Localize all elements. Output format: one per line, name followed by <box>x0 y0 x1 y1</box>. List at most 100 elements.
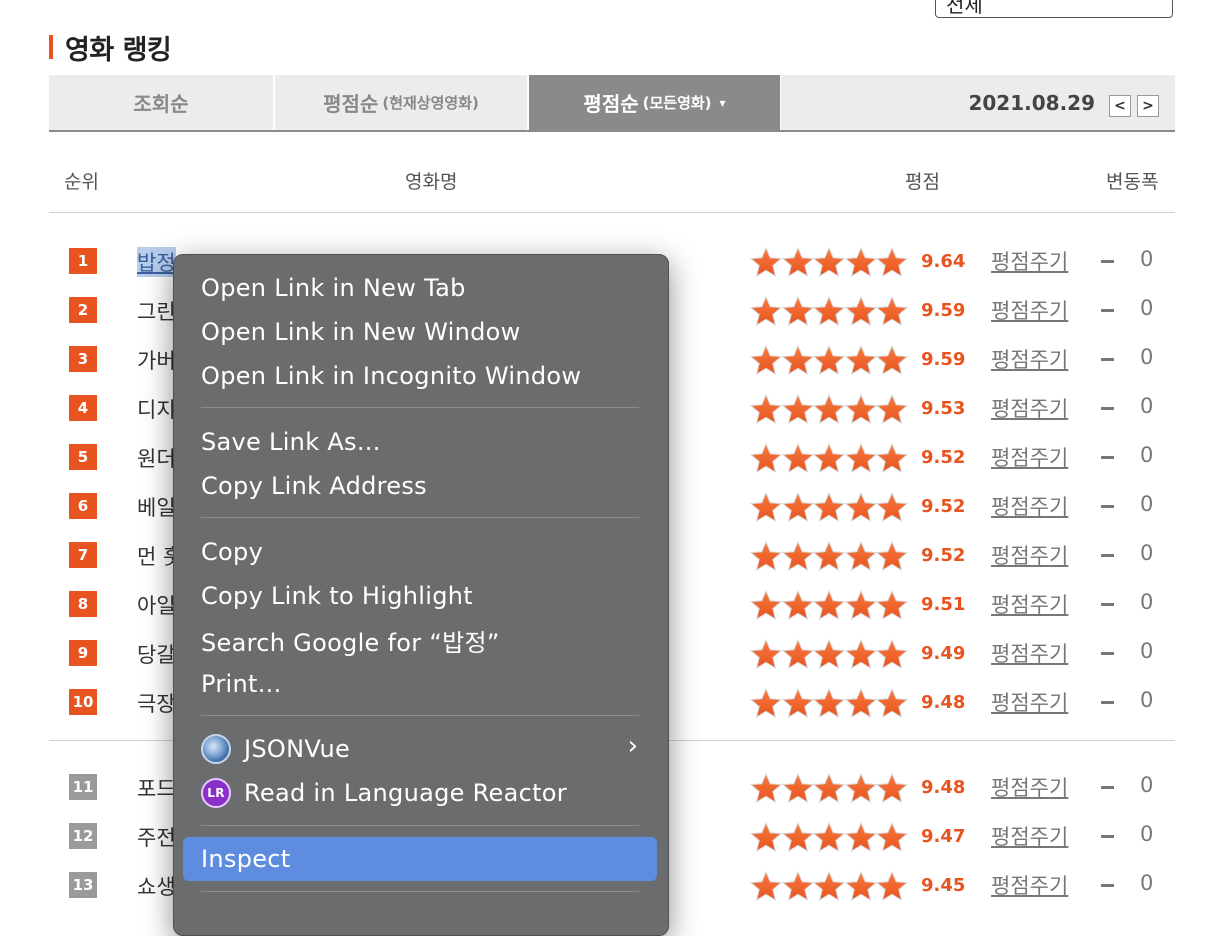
rate-movie-link[interactable]: 평점주기 <box>991 821 1068 851</box>
menu-copy[interactable]: Copy <box>201 533 263 571</box>
star-icon <box>781 773 814 803</box>
menu-separator <box>201 825 639 826</box>
rate-movie-link[interactable]: 평점주기 <box>991 344 1068 374</box>
menu-separator <box>201 517 639 518</box>
rank-change-value: 0 <box>1140 590 1154 614</box>
rate-movie-link[interactable]: 평점주기 <box>991 491 1068 521</box>
star-rating <box>750 247 908 277</box>
rate-movie-link[interactable]: 평점주기 <box>991 540 1068 570</box>
menu-separator <box>201 891 639 892</box>
menu-jsonvue[interactable]: JSONVue <box>201 730 350 768</box>
star-icon <box>813 492 845 522</box>
star-icon <box>813 541 845 571</box>
star-icon <box>813 822 845 852</box>
column-rating: 평점 <box>905 171 940 193</box>
jsonvue-icon <box>201 734 231 764</box>
rate-movie-link[interactable]: 평점주기 <box>991 295 1068 325</box>
star-icon <box>781 590 814 620</box>
tab-views[interactable]: 조회순 <box>49 75 273 130</box>
rank-badge: 11 <box>69 774 97 800</box>
star-icon <box>876 871 908 901</box>
star-icon <box>750 590 782 620</box>
ranking-tabs: 조회순 평점순 (현재상영영화) 평점순 (모든영화) ▾ 2021.08.29… <box>49 75 1175 132</box>
star-icon <box>813 443 845 473</box>
movie-title-link[interactable]: 아일 <box>137 590 176 620</box>
star-icon <box>876 639 908 669</box>
prev-date-button[interactable]: < <box>1109 95 1131 117</box>
column-rank: 순위 <box>64 171 99 193</box>
menu-print[interactable]: Print... <box>201 665 282 703</box>
rate-movie-link[interactable]: 평점주기 <box>991 589 1068 619</box>
menu-separator <box>201 407 639 408</box>
context-menu: Open Link in New Tab Open Link in New Wi… <box>173 254 669 936</box>
menu-search-google[interactable]: Search Google for “밥정” <box>201 621 500 659</box>
rate-movie-link[interactable]: 평점주기 <box>991 393 1068 423</box>
menu-open-new-tab[interactable]: Open Link in New Tab <box>201 269 466 307</box>
rating-score: 9.45 <box>921 875 966 896</box>
rank-change-value: 0 <box>1140 443 1154 467</box>
star-icon <box>750 296 782 326</box>
rate-movie-link[interactable]: 평점주기 <box>991 638 1068 668</box>
star-icon <box>750 345 782 375</box>
movie-title-link[interactable]: 가버 <box>137 345 176 375</box>
movie-title-link[interactable]: 당갈 <box>137 639 176 669</box>
movie-title-link[interactable]: 주전 <box>137 822 176 852</box>
star-icon <box>750 541 782 571</box>
movie-title-link[interactable]: 디지 <box>137 394 176 424</box>
menu-save-link-as[interactable]: Save Link As... <box>201 423 381 461</box>
movie-title-link[interactable]: 그린 <box>137 296 176 326</box>
menu-copy-link-address[interactable]: Copy Link Address <box>201 467 427 505</box>
rank-badge: 9 <box>69 640 97 666</box>
star-rating <box>750 871 908 901</box>
menu-open-incognito[interactable]: Open Link in Incognito Window <box>201 357 581 395</box>
no-change-dash <box>1101 407 1114 410</box>
star-icon <box>876 773 908 803</box>
column-change: 변동폭 <box>1106 171 1159 193</box>
movie-title-link[interactable]: 쇼생 <box>137 871 176 901</box>
no-change-dash <box>1101 701 1114 704</box>
category-select-value: 전체 <box>946 0 983 17</box>
star-icon <box>750 443 782 473</box>
movie-title-link[interactable]: 극장 <box>137 688 176 718</box>
star-icon <box>781 541 814 571</box>
section-heading: 영화 랭킹 <box>49 30 172 66</box>
star-icon <box>876 541 908 571</box>
rate-movie-link[interactable]: 평점주기 <box>991 246 1068 276</box>
menu-language-reactor[interactable]: LR Read in Language Reactor <box>201 774 567 812</box>
star-icon <box>844 688 877 718</box>
star-rating <box>750 345 908 375</box>
no-change-dash <box>1101 260 1114 263</box>
rank-change-value: 0 <box>1140 639 1154 663</box>
tab-rating-all-movies[interactable]: 평점순 (모든영화) ▾ <box>529 75 780 130</box>
movie-title-link[interactable]: 원더 <box>137 443 176 473</box>
rank-badge: 2 <box>69 297 97 323</box>
menu-copy-link-to-highlight[interactable]: Copy Link to Highlight <box>201 577 473 615</box>
rank-change-value: 0 <box>1140 871 1154 895</box>
rate-movie-link[interactable]: 평점주기 <box>991 870 1068 900</box>
star-rating <box>750 443 908 473</box>
menu-inspect[interactable]: Inspect <box>201 840 291 878</box>
star-icon <box>844 541 877 571</box>
no-change-dash <box>1101 884 1114 887</box>
movie-title-link[interactable]: 밥정 <box>137 247 176 277</box>
category-select[interactable]: 전체 ⌄ <box>935 0 1173 18</box>
menu-open-new-window[interactable]: Open Link in New Window <box>201 313 521 351</box>
tab-label: 평점순 <box>583 92 639 116</box>
rate-movie-link[interactable]: 평점주기 <box>991 687 1068 717</box>
rate-movie-link[interactable]: 평점주기 <box>991 772 1068 802</box>
tab-rating-now-showing[interactable]: 평점순 (현재상영영화) <box>275 75 527 130</box>
star-icon <box>844 822 877 852</box>
next-date-button[interactable]: > <box>1137 95 1159 117</box>
star-icon <box>876 590 908 620</box>
star-icon <box>876 345 908 375</box>
menu-language-reactor-label: Read in Language Reactor <box>244 779 567 807</box>
movie-title-link[interactable]: 포드 <box>137 773 176 803</box>
rank-badge: 10 <box>69 689 97 715</box>
star-icon <box>813 247 845 277</box>
star-icon <box>844 394 877 424</box>
rank-badge: 7 <box>69 542 97 568</box>
star-icon <box>844 443 877 473</box>
rate-movie-link[interactable]: 평점주기 <box>991 442 1068 472</box>
star-icon <box>844 492 877 522</box>
movie-title-link[interactable]: 베일 <box>137 492 176 522</box>
